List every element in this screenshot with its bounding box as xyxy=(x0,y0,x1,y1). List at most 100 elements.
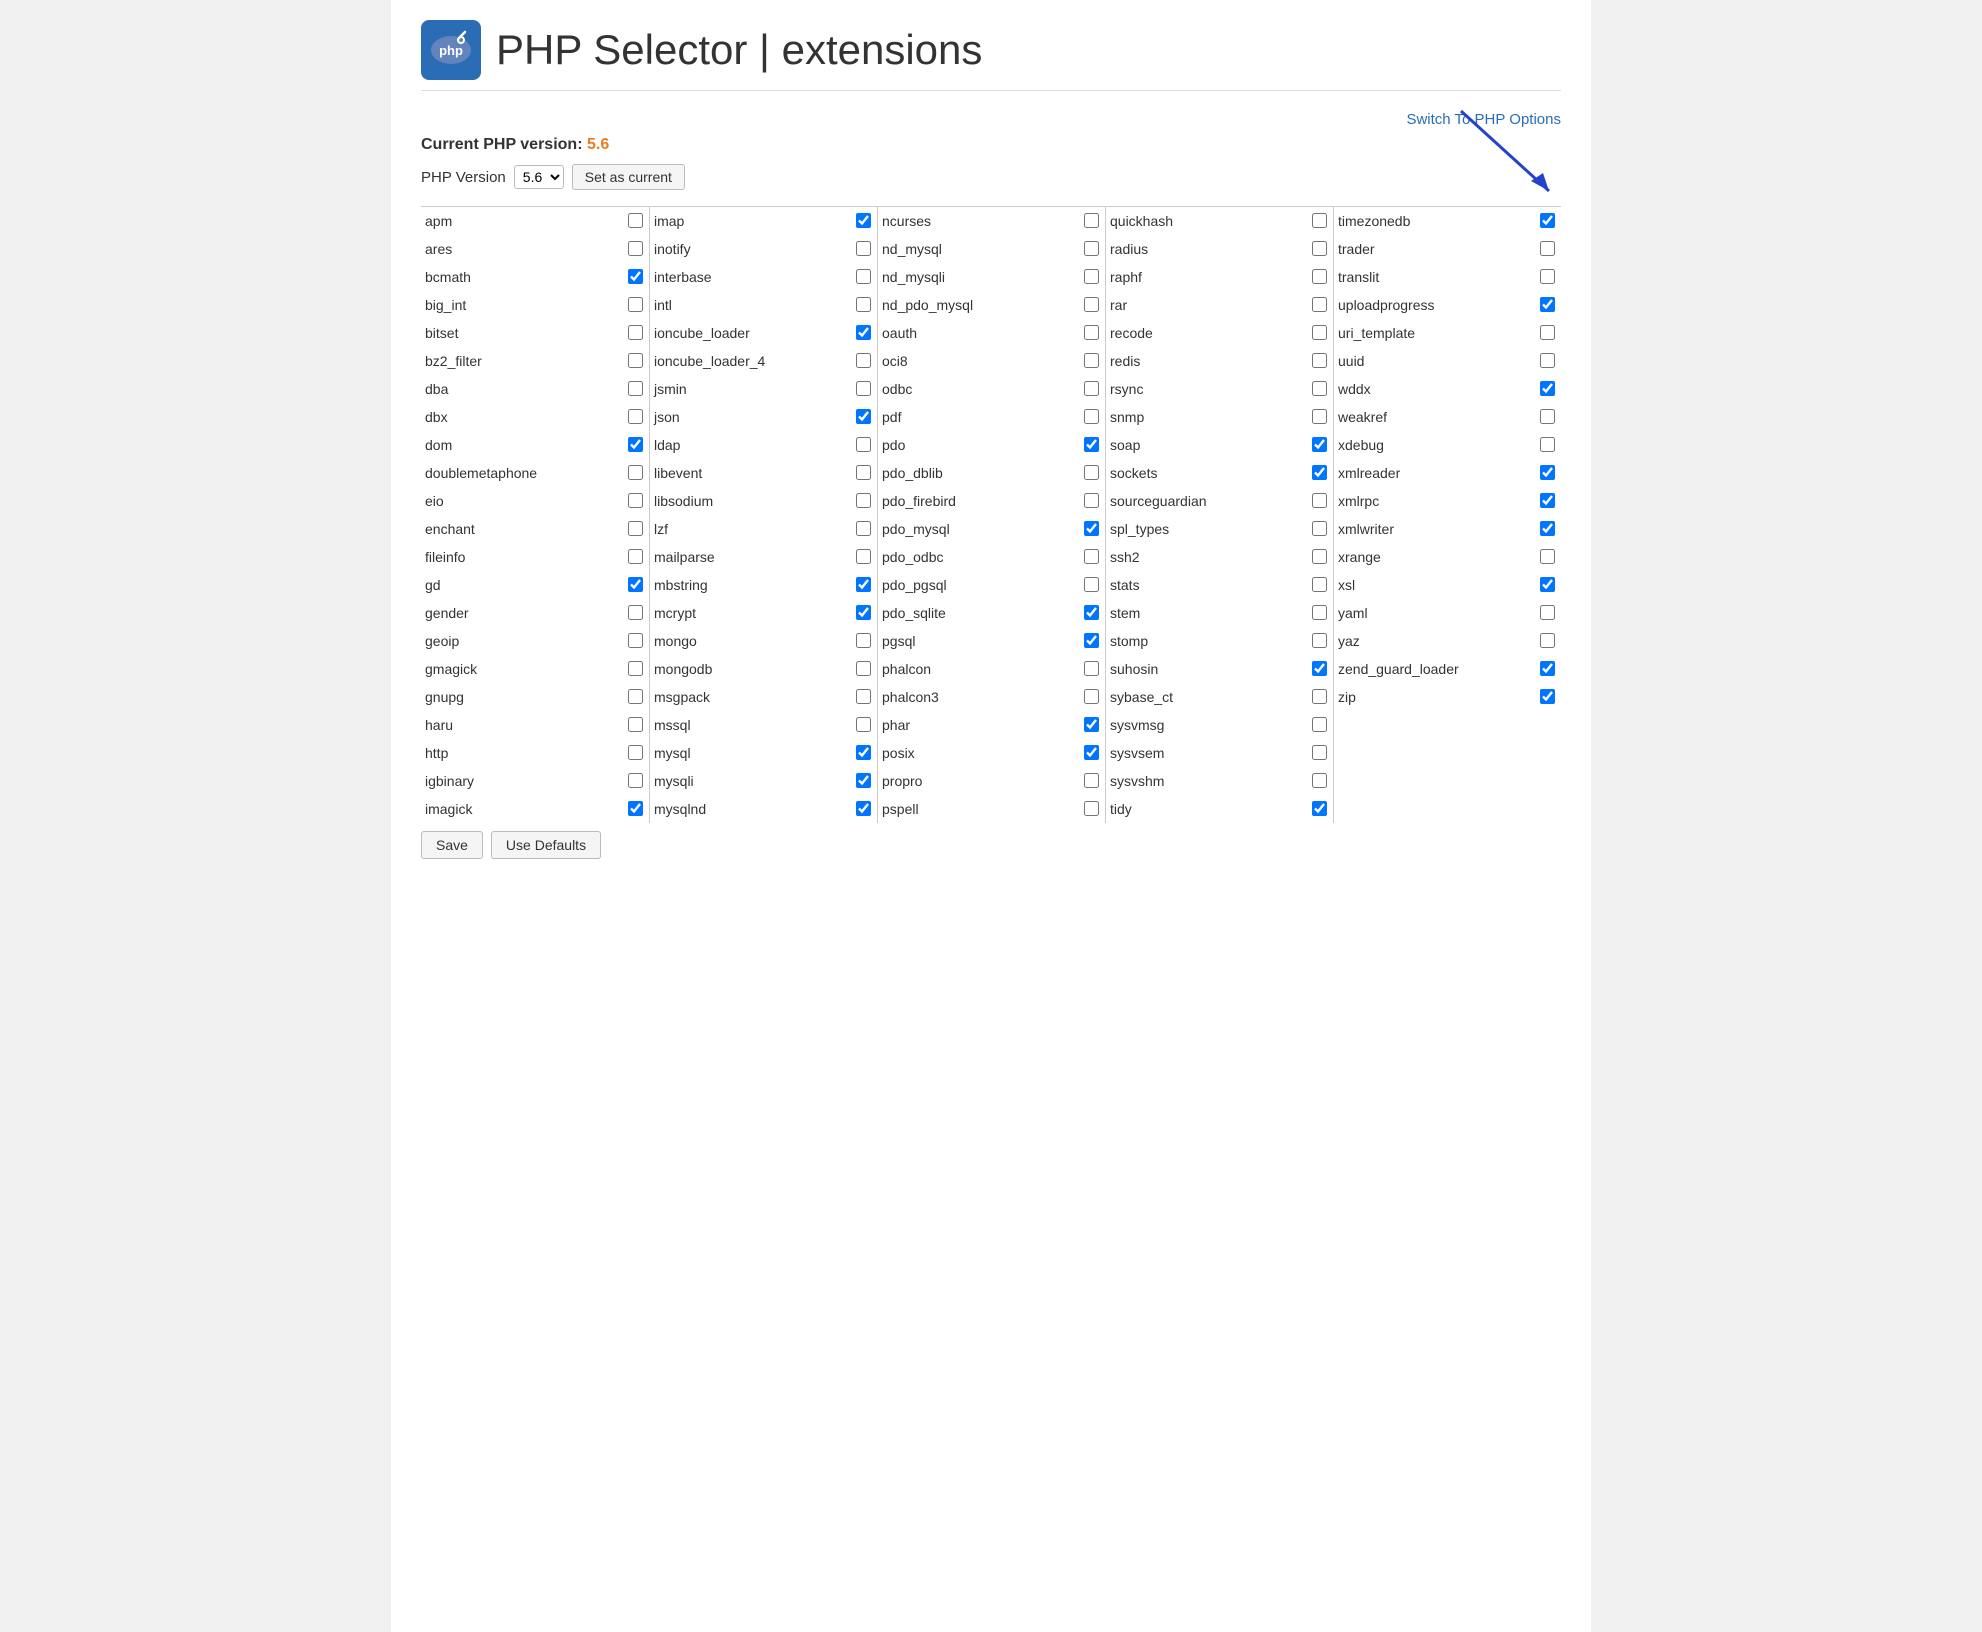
extension-checkbox[interactable] xyxy=(1312,521,1327,536)
extension-checkbox[interactable] xyxy=(856,213,871,228)
extension-checkbox[interactable] xyxy=(1540,241,1555,256)
extension-checkbox[interactable] xyxy=(1084,661,1099,676)
extension-checkbox[interactable] xyxy=(1540,325,1555,340)
extension-checkbox[interactable] xyxy=(1084,605,1099,620)
extension-checkbox[interactable] xyxy=(628,689,643,704)
extension-checkbox[interactable] xyxy=(856,325,871,340)
extension-checkbox[interactable] xyxy=(628,409,643,424)
set-as-current-button[interactable]: Set as current xyxy=(572,164,685,190)
extension-checkbox[interactable] xyxy=(1540,437,1555,452)
extension-checkbox[interactable] xyxy=(856,409,871,424)
extension-checkbox[interactable] xyxy=(1540,633,1555,648)
save-button[interactable]: Save xyxy=(421,831,483,859)
extension-checkbox[interactable] xyxy=(1312,353,1327,368)
extension-checkbox[interactable] xyxy=(628,521,643,536)
extension-checkbox[interactable] xyxy=(1084,437,1099,452)
extension-checkbox[interactable] xyxy=(1312,493,1327,508)
extension-checkbox[interactable] xyxy=(1312,409,1327,424)
extension-checkbox[interactable] xyxy=(1540,549,1555,564)
use-defaults-button[interactable]: Use Defaults xyxy=(491,831,601,859)
extension-checkbox[interactable] xyxy=(1312,381,1327,396)
extension-checkbox[interactable] xyxy=(1540,521,1555,536)
extension-checkbox[interactable] xyxy=(1084,801,1099,816)
extension-checkbox[interactable] xyxy=(1312,549,1327,564)
extension-checkbox[interactable] xyxy=(628,717,643,732)
extension-checkbox[interactable] xyxy=(856,801,871,816)
extension-checkbox[interactable] xyxy=(628,241,643,256)
extension-checkbox[interactable] xyxy=(856,661,871,676)
extension-checkbox[interactable] xyxy=(1084,381,1099,396)
extension-checkbox[interactable] xyxy=(1540,353,1555,368)
extension-checkbox[interactable] xyxy=(628,465,643,480)
extension-checkbox[interactable] xyxy=(1084,465,1099,480)
extension-checkbox[interactable] xyxy=(1540,409,1555,424)
extension-checkbox[interactable] xyxy=(856,577,871,592)
extension-checkbox[interactable] xyxy=(628,297,643,312)
extension-checkbox[interactable] xyxy=(1312,577,1327,592)
extension-checkbox[interactable] xyxy=(856,297,871,312)
extension-checkbox[interactable] xyxy=(856,633,871,648)
extension-checkbox[interactable] xyxy=(856,493,871,508)
php-version-select[interactable]: 5.6 7.0 7.1 7.2 7.3 7.4 xyxy=(514,165,564,189)
extension-checkbox[interactable] xyxy=(1084,325,1099,340)
extension-checkbox[interactable] xyxy=(856,381,871,396)
extension-checkbox[interactable] xyxy=(1312,605,1327,620)
extension-checkbox[interactable] xyxy=(1084,717,1099,732)
extension-checkbox[interactable] xyxy=(856,549,871,564)
extension-checkbox[interactable] xyxy=(1540,605,1555,620)
extension-checkbox[interactable] xyxy=(628,633,643,648)
extension-checkbox[interactable] xyxy=(1084,269,1099,284)
extension-checkbox[interactable] xyxy=(628,269,643,284)
switch-to-php-options-link[interactable]: Switch To PHP Options xyxy=(1406,111,1561,128)
extension-checkbox[interactable] xyxy=(1084,297,1099,312)
extension-checkbox[interactable] xyxy=(856,773,871,788)
extension-checkbox[interactable] xyxy=(1084,213,1099,228)
extension-checkbox[interactable] xyxy=(1540,465,1555,480)
extension-checkbox[interactable] xyxy=(1312,661,1327,676)
extension-checkbox[interactable] xyxy=(628,661,643,676)
extension-checkbox[interactable] xyxy=(856,745,871,760)
extension-checkbox[interactable] xyxy=(1084,409,1099,424)
extension-checkbox[interactable] xyxy=(1540,493,1555,508)
extension-checkbox[interactable] xyxy=(628,213,643,228)
extension-checkbox[interactable] xyxy=(628,437,643,452)
extension-checkbox[interactable] xyxy=(1312,325,1327,340)
extension-checkbox[interactable] xyxy=(856,437,871,452)
extension-checkbox[interactable] xyxy=(1312,437,1327,452)
extension-checkbox[interactable] xyxy=(1540,381,1555,396)
extension-checkbox[interactable] xyxy=(628,773,643,788)
extension-checkbox[interactable] xyxy=(1540,297,1555,312)
extension-checkbox[interactable] xyxy=(1084,241,1099,256)
extension-checkbox[interactable] xyxy=(1312,745,1327,760)
extension-checkbox[interactable] xyxy=(1084,353,1099,368)
extension-checkbox[interactable] xyxy=(1312,465,1327,480)
extension-checkbox[interactable] xyxy=(628,325,643,340)
extension-checkbox[interactable] xyxy=(1540,577,1555,592)
extension-checkbox[interactable] xyxy=(1312,633,1327,648)
extension-checkbox[interactable] xyxy=(1312,801,1327,816)
extension-checkbox[interactable] xyxy=(1540,661,1555,676)
extension-checkbox[interactable] xyxy=(628,493,643,508)
extension-checkbox[interactable] xyxy=(1540,689,1555,704)
extension-checkbox[interactable] xyxy=(1312,241,1327,256)
extension-checkbox[interactable] xyxy=(856,605,871,620)
extension-checkbox[interactable] xyxy=(1312,269,1327,284)
extension-checkbox[interactable] xyxy=(856,465,871,480)
extension-checkbox[interactable] xyxy=(1312,297,1327,312)
extension-checkbox[interactable] xyxy=(1084,689,1099,704)
extension-checkbox[interactable] xyxy=(628,745,643,760)
extension-checkbox[interactable] xyxy=(1312,773,1327,788)
extension-checkbox[interactable] xyxy=(856,269,871,284)
extension-checkbox[interactable] xyxy=(1084,549,1099,564)
extension-checkbox[interactable] xyxy=(1312,213,1327,228)
extension-checkbox[interactable] xyxy=(628,549,643,564)
extension-checkbox[interactable] xyxy=(628,353,643,368)
extension-checkbox[interactable] xyxy=(1084,633,1099,648)
extension-checkbox[interactable] xyxy=(1540,213,1555,228)
extension-checkbox[interactable] xyxy=(856,241,871,256)
extension-checkbox[interactable] xyxy=(628,801,643,816)
extension-checkbox[interactable] xyxy=(628,381,643,396)
extension-checkbox[interactable] xyxy=(856,521,871,536)
extension-checkbox[interactable] xyxy=(856,689,871,704)
extension-checkbox[interactable] xyxy=(628,577,643,592)
